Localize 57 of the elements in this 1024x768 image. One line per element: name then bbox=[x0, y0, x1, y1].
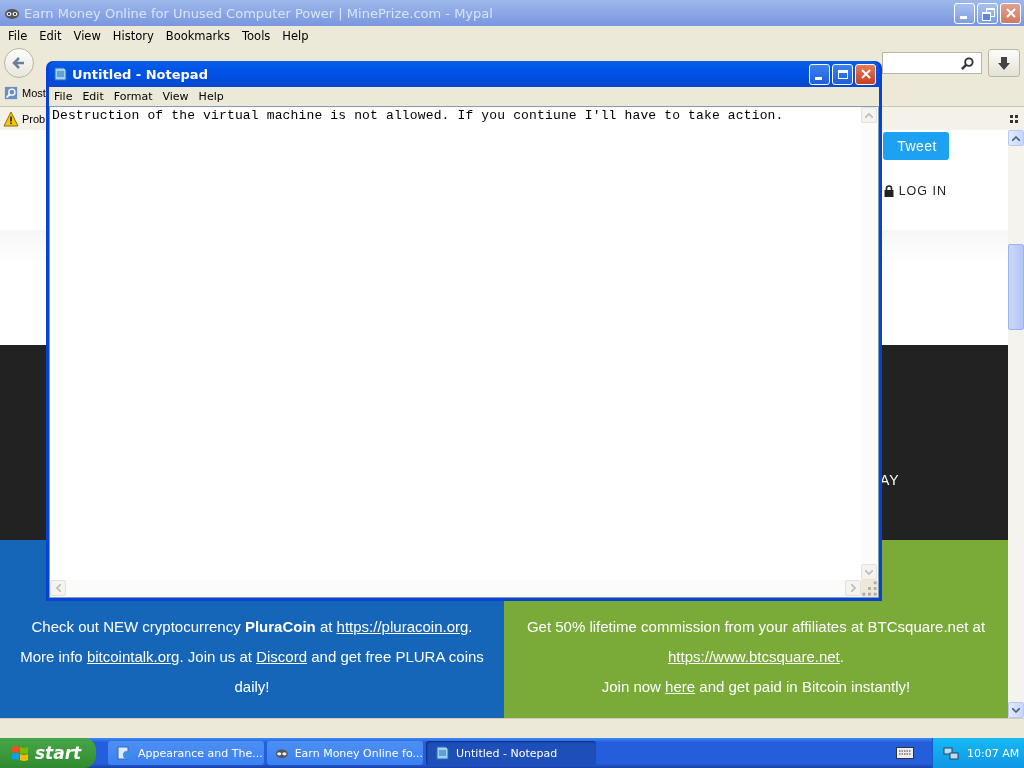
control-panel-icon bbox=[116, 745, 132, 761]
footer-paragraph: Join now here and get paid in Bitcoin instantly! bbox=[601, 677, 911, 697]
windows-flag-icon bbox=[10, 743, 30, 763]
warning-icon bbox=[3, 110, 19, 127]
grip-icon bbox=[1010, 114, 1018, 123]
window-title: Untitled - Notepad bbox=[72, 66, 208, 82]
search-icon bbox=[960, 55, 975, 71]
notepad-icon bbox=[52, 66, 68, 82]
menu-item[interactable]: Help bbox=[193, 89, 229, 104]
login-link[interactable]: LOG IN bbox=[883, 184, 947, 198]
menu-item[interactable]: Format bbox=[108, 89, 158, 104]
maximize-button[interactable] bbox=[832, 63, 853, 85]
menu-item[interactable]: Tools bbox=[236, 28, 277, 44]
close-icon bbox=[860, 69, 871, 79]
lock-icon bbox=[883, 185, 894, 197]
menu-item[interactable]: Edit bbox=[33, 28, 68, 44]
download-button[interactable] bbox=[988, 49, 1020, 77]
back-button[interactable] bbox=[4, 48, 34, 78]
scroll-down-button[interactable] bbox=[1008, 702, 1024, 718]
menu-item[interactable]: History bbox=[106, 28, 160, 44]
keyboard-icon[interactable] bbox=[896, 747, 914, 759]
footer-link[interactable]: Discord bbox=[256, 648, 308, 665]
bookmark-item[interactable]: Most bbox=[4, 86, 46, 100]
menu-item[interactable]: View bbox=[157, 89, 194, 104]
caret-down-icon bbox=[865, 569, 873, 575]
caret-left-icon bbox=[55, 584, 61, 592]
taskbar-button[interactable]: Untitled - Notepad bbox=[426, 741, 596, 765]
caret-down-icon bbox=[1012, 707, 1020, 713]
close-icon bbox=[1005, 8, 1016, 18]
caret-up-icon bbox=[865, 112, 873, 118]
notepad-icon bbox=[434, 745, 450, 761]
caret-right-icon bbox=[850, 584, 856, 592]
menu-item[interactable]: File bbox=[49, 89, 78, 104]
caret-up-icon bbox=[1012, 135, 1020, 141]
scroll-up-button[interactable] bbox=[1008, 130, 1024, 146]
scrollbar[interactable] bbox=[1008, 130, 1024, 718]
notification-text: Prob bbox=[22, 112, 46, 125]
window-title: Earn Money Online for Unused Computer Power | MinePrize.com - Mypal bbox=[24, 5, 493, 21]
magnifier-icon bbox=[4, 86, 18, 100]
menu-item[interactable]: File bbox=[2, 28, 34, 44]
minimize-button[interactable] bbox=[809, 63, 830, 85]
download-arrow-icon bbox=[996, 55, 1012, 71]
close-button[interactable] bbox=[855, 63, 876, 85]
network-icon[interactable] bbox=[943, 745, 959, 761]
footer-paragraph: Get 50% lifetime commission from your affiliates at BTCsquare.net at https://www.btcsquare.net. bbox=[525, 617, 987, 667]
menu-item[interactable]: Bookmarks bbox=[159, 28, 236, 44]
footer-link[interactable]: bitcointalk.org bbox=[86, 648, 180, 665]
back-arrow-icon bbox=[11, 55, 27, 71]
footer-paragraph: Check out NEW cryptocurrency PluraCoin at https://pluracoin.org. More info bitcointalk.org. Join us at Discord and get free PLURA coins daily! bbox=[20, 617, 484, 697]
search-field[interactable] bbox=[882, 52, 982, 74]
clock: 10:07 AM bbox=[967, 746, 1020, 760]
menu-item[interactable]: View bbox=[67, 28, 107, 44]
scroll-thumb[interactable] bbox=[1008, 244, 1024, 330]
menu-item[interactable]: Edit bbox=[77, 89, 109, 104]
menu-item[interactable]: Help bbox=[276, 28, 315, 44]
start-button[interactable]: start bbox=[0, 738, 96, 768]
size-grip-icon[interactable] bbox=[861, 580, 878, 597]
